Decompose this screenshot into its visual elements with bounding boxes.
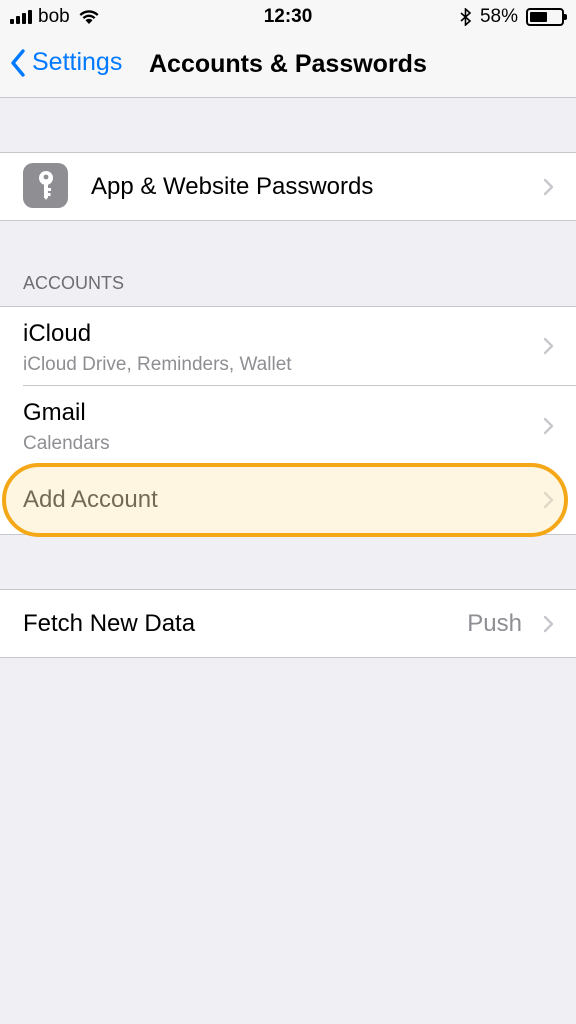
passwords-row-label: App & Website Passwords: [91, 173, 374, 200]
account-title: iCloud: [23, 320, 92, 347]
accounts-section-header: ACCOUNTS: [23, 273, 125, 293]
fetch-group: Fetch New Data Push: [0, 589, 576, 658]
fetch-new-data-row[interactable]: Fetch New Data Push: [0, 590, 576, 657]
battery-icon: [526, 8, 567, 26]
status-bar: bob 12:30 58%: [0, 0, 576, 34]
account-title: Gmail: [23, 399, 86, 426]
page-title: Accounts & Passwords: [149, 50, 427, 78]
chevron-right-icon: [543, 615, 554, 633]
battery-fill: [530, 12, 548, 22]
battery-percentage: 58%: [479, 6, 518, 27]
add-account-highlight: [2, 463, 568, 537]
fetch-row-value: Push: [467, 610, 522, 637]
status-right: 58%: [460, 6, 567, 28]
navigation-bar: Settings Accounts & Passwords: [0, 34, 576, 98]
app-website-passwords-row[interactable]: App & Website Passwords: [0, 153, 576, 220]
chevron-right-icon: [543, 337, 554, 355]
account-subtitle: iCloud Drive, Reminders, Wallet: [23, 354, 292, 375]
fetch-row-label: Fetch New Data: [23, 610, 196, 637]
back-button-label: Settings: [32, 48, 123, 76]
chevron-right-icon: [543, 178, 554, 196]
passwords-group: App & Website Passwords: [0, 152, 576, 221]
account-row-gmail[interactable]: Gmail Calendars: [0, 386, 576, 466]
account-row-icloud[interactable]: iCloud iCloud Drive, Reminders, Wallet: [0, 307, 576, 386]
chevron-right-icon: [543, 417, 554, 435]
key-icon: [23, 163, 68, 208]
bluetooth-icon: [460, 8, 472, 26]
account-subtitle: Calendars: [23, 433, 110, 454]
back-button[interactable]: Settings: [10, 48, 122, 77]
chevron-left-icon: [11, 48, 25, 77]
